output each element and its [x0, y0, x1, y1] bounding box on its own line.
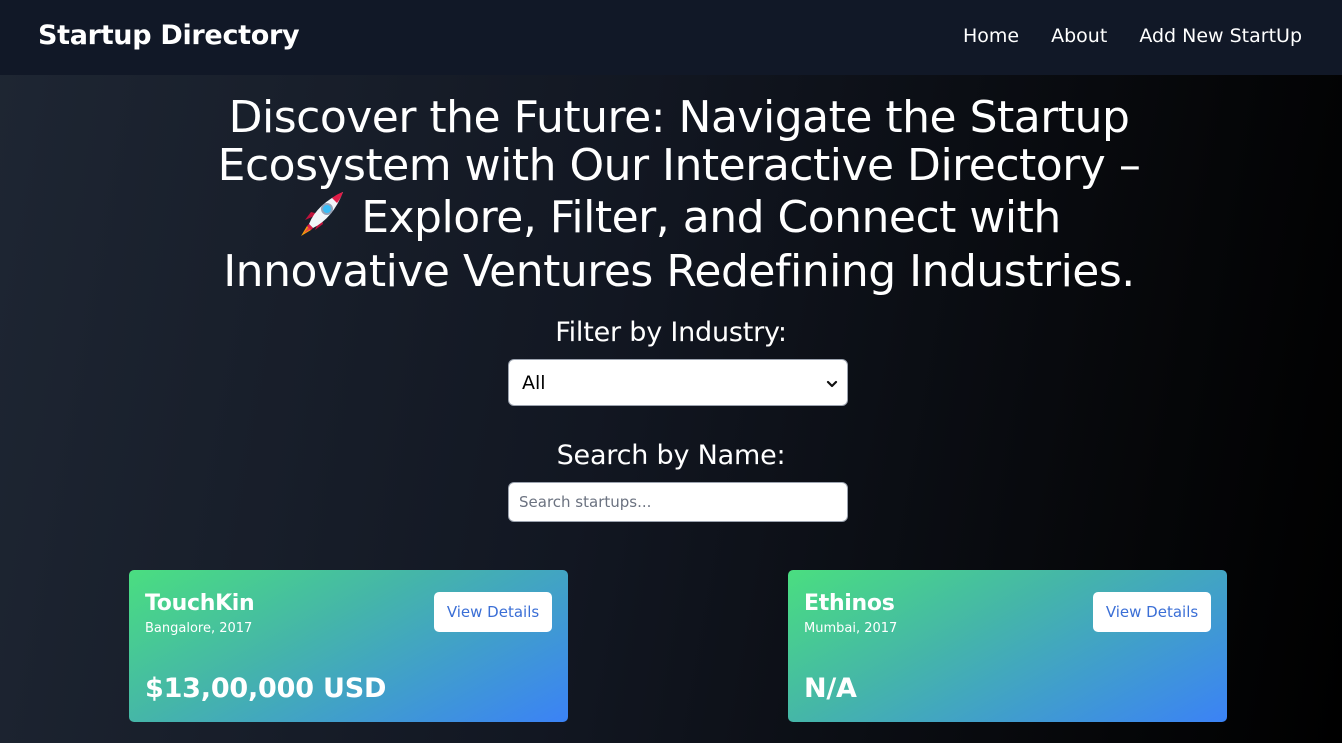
hero-heading: Discover the Future: Navigate the Startu…	[200, 94, 1158, 296]
startup-location-year: Bangalore, 2017	[145, 621, 253, 636]
nav-link-add-startup[interactable]: Add New StartUp	[1139, 25, 1302, 47]
nav-link-home[interactable]: Home	[963, 25, 1019, 47]
nav-link-about[interactable]: About	[1051, 25, 1107, 47]
startup-card: Ethinos Mumbai, 2017 N/A View Details	[788, 570, 1227, 722]
nav-links: Home About Add New StartUp	[963, 25, 1302, 47]
view-details-button[interactable]: View Details	[434, 592, 552, 632]
rocket-icon	[297, 190, 347, 248]
industry-select[interactable]: All	[508, 359, 848, 406]
hero-line-1: Discover the Future: Navigate the Startu…	[228, 92, 1130, 143]
navbar: Startup Directory Home About Add New Sta…	[0, 0, 1342, 75]
startup-location-year: Mumbai, 2017	[804, 621, 898, 636]
brand-logo[interactable]: Startup Directory	[38, 20, 300, 51]
search-label: Search by Name:	[556, 440, 786, 471]
hero-line-2: Ecosystem with Our Interactive Directory…	[217, 140, 1141, 191]
view-details-button[interactable]: View Details	[1093, 592, 1211, 632]
chevron-down-icon	[825, 374, 839, 396]
industry-select-value: All	[522, 372, 546, 394]
hero-line-3: Explore, Filter, and Connect with	[361, 192, 1061, 243]
startup-name: Ethinos	[804, 591, 895, 616]
startup-funding: $13,00,000 USD	[145, 673, 387, 704]
startup-name: TouchKin	[145, 591, 255, 616]
hero-line-4: Innovative Ventures Redefining Industrie…	[223, 246, 1135, 297]
startup-funding: N/A	[804, 673, 857, 704]
startup-card: TouchKin Bangalore, 2017 $13,00,000 USD …	[129, 570, 568, 722]
search-input[interactable]	[508, 482, 848, 522]
industry-filter-label: Filter by Industry:	[555, 317, 787, 348]
